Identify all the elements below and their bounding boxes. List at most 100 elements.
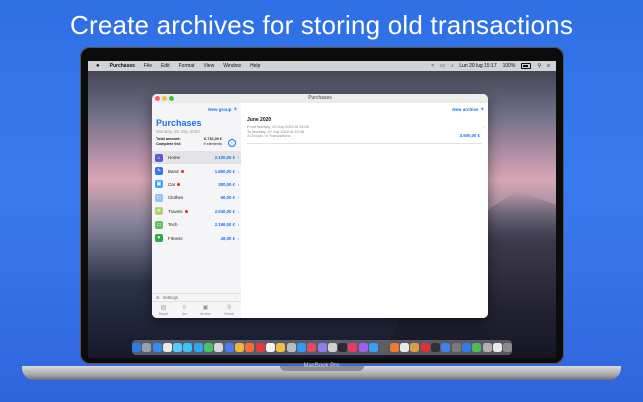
menu-edit[interactable]: Edit (161, 63, 170, 69)
menu-app-name[interactable]: Purchases (110, 63, 135, 69)
alert-dot (177, 183, 181, 187)
page-title: Purchases (156, 118, 202, 128)
dock-app-icon[interactable] (173, 342, 183, 353)
menu-datetime[interactable]: Lun 20 lug 15:17 (459, 63, 496, 69)
tab-report[interactable]: ▤ Report (159, 305, 169, 316)
dock-app-icon[interactable] (379, 342, 389, 353)
plane-icon: ✈ (155, 207, 163, 216)
wifi-icon[interactable]: ≈ (431, 63, 434, 69)
settings-row[interactable]: ⚙ Settings › (152, 293, 241, 301)
tab-list[interactable]: ≡ List (182, 305, 187, 316)
menu-bar: ● Purchases File Edit Format View Window… (88, 61, 556, 71)
complete-list-row: Complete list: 9 elements (156, 142, 222, 146)
dock-app-icon[interactable] (296, 342, 306, 353)
dock-app-icon[interactable] (235, 342, 245, 353)
minimize-button[interactable] (162, 96, 167, 101)
dock-app-icon[interactable] (276, 342, 286, 353)
report-icon: ▤ (160, 305, 167, 311)
dock-app-icon[interactable] (400, 342, 410, 353)
dock-app-icon[interactable] (369, 342, 379, 353)
group-row[interactable]: ▣ Car 380,00 € › (152, 178, 241, 191)
page-date: Monday, 20 July 2020 (156, 129, 200, 134)
menu-format[interactable]: Format (179, 63, 195, 69)
dock-app-icon[interactable] (430, 342, 440, 353)
menu-view[interactable]: View (203, 63, 214, 69)
dock-app-icon[interactable] (338, 342, 348, 353)
dock-app-icon[interactable] (224, 342, 234, 353)
apple-menu-icon[interactable]: ● (96, 63, 100, 69)
menu-help[interactable]: Help (250, 63, 260, 69)
spotlight-icon[interactable]: ⚲ (537, 63, 541, 69)
dock-app-icon[interactable] (451, 342, 461, 353)
new-group-label: New group (208, 107, 232, 112)
battery-icon[interactable] (521, 63, 532, 69)
dock-app-icon[interactable] (410, 342, 420, 353)
dock-app-icon[interactable] (461, 342, 471, 353)
airplay-icon[interactable]: ▭ (440, 63, 445, 69)
group-row[interactable]: ✈ Travels 2.040,00 € › (152, 205, 241, 218)
new-archive-label: New archive (452, 107, 479, 112)
dock-app-icon[interactable] (492, 342, 502, 353)
group-row[interactable]: ♥ Fitness 49,00 € › (152, 231, 241, 244)
tab-archive[interactable]: ▣ Archive (200, 305, 211, 316)
dock-app-icon[interactable] (482, 342, 492, 353)
dock-app-icon[interactable] (441, 342, 451, 353)
dock-app-icon[interactable] (214, 342, 224, 353)
tab-bar: ▤ Report ≡ List ▣ Archive ⚲ Search (152, 301, 241, 318)
dock-app-icon[interactable] (307, 342, 317, 353)
device-label: MacBook Pro (303, 363, 340, 369)
archive-from: From Monday, 20 July 2020 At 15:08 (247, 125, 309, 129)
new-group-button[interactable]: New group + (208, 107, 237, 113)
dock-app-icon[interactable] (420, 342, 430, 353)
menu-file[interactable]: File (144, 63, 152, 69)
dock-app-icon[interactable] (389, 342, 399, 353)
group-list: ⌂ Home 2.100,00 € › ✎ Band 1.890,00 € › ▣ Car 380,… (152, 151, 241, 245)
dock-app-icon[interactable] (131, 342, 141, 353)
dock-app-icon[interactable] (193, 342, 203, 353)
dock-app-icon[interactable] (142, 342, 152, 353)
volume-icon[interactable]: ♪ (451, 63, 454, 69)
dock-app-icon[interactable] (162, 342, 172, 353)
dock-app-icon[interactable] (183, 342, 193, 353)
complete-list-value: 9 elements (203, 142, 222, 146)
new-archive-button[interactable]: New archive + (452, 107, 484, 113)
chevron-right-icon[interactable]: › (484, 125, 485, 130)
chevron-right-icon: › (237, 168, 239, 174)
group-row[interactable]: □ Clothes 60,00 € › (152, 191, 241, 204)
dock-app-icon[interactable] (204, 342, 214, 353)
dock-app-icon[interactable] (472, 342, 482, 353)
group-row[interactable]: ▭ Tech 2.199,00 € › (152, 218, 241, 231)
group-amount: 60,00 € (220, 195, 235, 201)
group-name: Band (168, 169, 202, 174)
chevron-right-icon: › (237, 155, 239, 161)
battery-percent: 100% (502, 63, 516, 69)
app-window: Purchases New group + Purchases Monday, 2… (152, 94, 488, 318)
dock-app-icon[interactable] (255, 342, 265, 353)
group-row[interactable]: ⌂ Home 2.100,00 € › (152, 151, 241, 165)
total-amount-label: Total amount: (156, 137, 181, 141)
dock-app-icon[interactable] (265, 342, 275, 353)
dock-app-icon[interactable] (317, 342, 327, 353)
search-icon: ⚲ (227, 305, 232, 311)
zoom-button[interactable] (169, 96, 174, 101)
info-icon[interactable]: i (228, 139, 236, 147)
control-center-icon[interactable]: ≡ (547, 63, 550, 69)
group-amount: 49,00 € (220, 235, 235, 241)
tab-label: Search (224, 312, 235, 316)
dock-app-icon[interactable] (245, 342, 255, 353)
dock-app-icon[interactable] (286, 342, 296, 353)
dock-app-icon[interactable] (358, 342, 368, 353)
dock-app-icon[interactable] (152, 342, 162, 353)
tab-search[interactable]: ⚲ Search (224, 305, 234, 316)
group-row[interactable]: ✎ Band 1.890,00 € › (152, 164, 241, 177)
gear-icon: ⚙ (156, 295, 160, 300)
group-amount: 380,00 € (218, 181, 235, 187)
dock-app-icon[interactable] (503, 342, 513, 353)
plus-icon: + (480, 107, 484, 113)
menu-window[interactable]: Window (223, 63, 241, 69)
dock-app-icon[interactable] (327, 342, 337, 353)
archive-title[interactable]: June 2020 (247, 117, 271, 123)
list-icon: ≡ (182, 305, 186, 311)
close-button[interactable] (155, 96, 160, 101)
dock-app-icon[interactable] (348, 342, 358, 353)
